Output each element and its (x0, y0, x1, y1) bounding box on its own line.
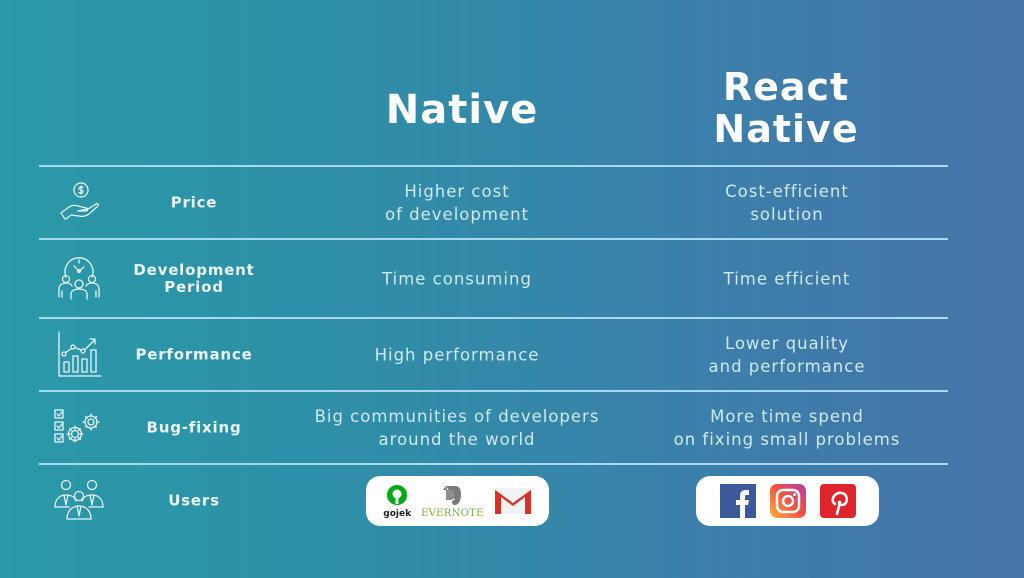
pinterest-logo (819, 484, 856, 518)
column-header-native: Native (385, 87, 539, 133)
row-label: Users (168, 491, 220, 510)
row-label: Development Period (133, 260, 255, 296)
team-clock-icon (53, 253, 105, 305)
row-label: Performance (135, 345, 253, 363)
react-native-value: Lower quality and performance (708, 333, 866, 376)
facebook-logo (719, 484, 756, 518)
gojek-logo: gojek (383, 484, 411, 519)
row-users: Users gojek EVERNOTE (39, 465, 948, 537)
native-users-logos: gojek EVERNOTE (366, 476, 549, 526)
react-native-value: More time spend on fixing small problems (673, 406, 901, 449)
growth-chart-icon (53, 329, 105, 381)
evernote-elephant-icon (443, 486, 462, 505)
instagram-logo (769, 484, 806, 518)
pinterest-icon (819, 484, 856, 518)
users-group-icon (53, 475, 105, 527)
native-value: Higher cost of development (385, 181, 529, 224)
gmail-logo (494, 486, 532, 516)
row-label: Bug-fixing (146, 418, 242, 436)
gojek-label: gojek (383, 508, 412, 519)
gmail-icon (494, 488, 532, 514)
column-header-react-native: React Native (713, 65, 859, 151)
instagram-icon (769, 484, 806, 518)
hand-dollar-icon (53, 177, 105, 229)
facebook-icon (719, 484, 756, 518)
checklist-gears-icon (53, 402, 105, 454)
row-price: Price Higher cost of development Cost-ef… (39, 167, 948, 238)
native-value: High performance (374, 345, 540, 364)
row-development-period: Development Period Time consuming Time e… (39, 240, 948, 317)
row-label: Price (170, 193, 218, 211)
evernote-label: EVERNOTE (421, 508, 484, 519)
row-bug-fixing: Bug-fixing Big communities of developers… (39, 392, 948, 463)
evernote-logo: EVERNOTE (421, 483, 484, 519)
native-value: Big communities of developers around the… (314, 406, 600, 449)
row-performance: Performance High performance Lower quali… (39, 319, 948, 390)
react-native-value: Time efficient (723, 269, 851, 288)
gojek-icon (387, 484, 408, 505)
react-native-users-logos (696, 476, 879, 526)
native-value: Time consuming (382, 269, 532, 288)
react-native-value: Cost-efficient solution (725, 181, 849, 224)
